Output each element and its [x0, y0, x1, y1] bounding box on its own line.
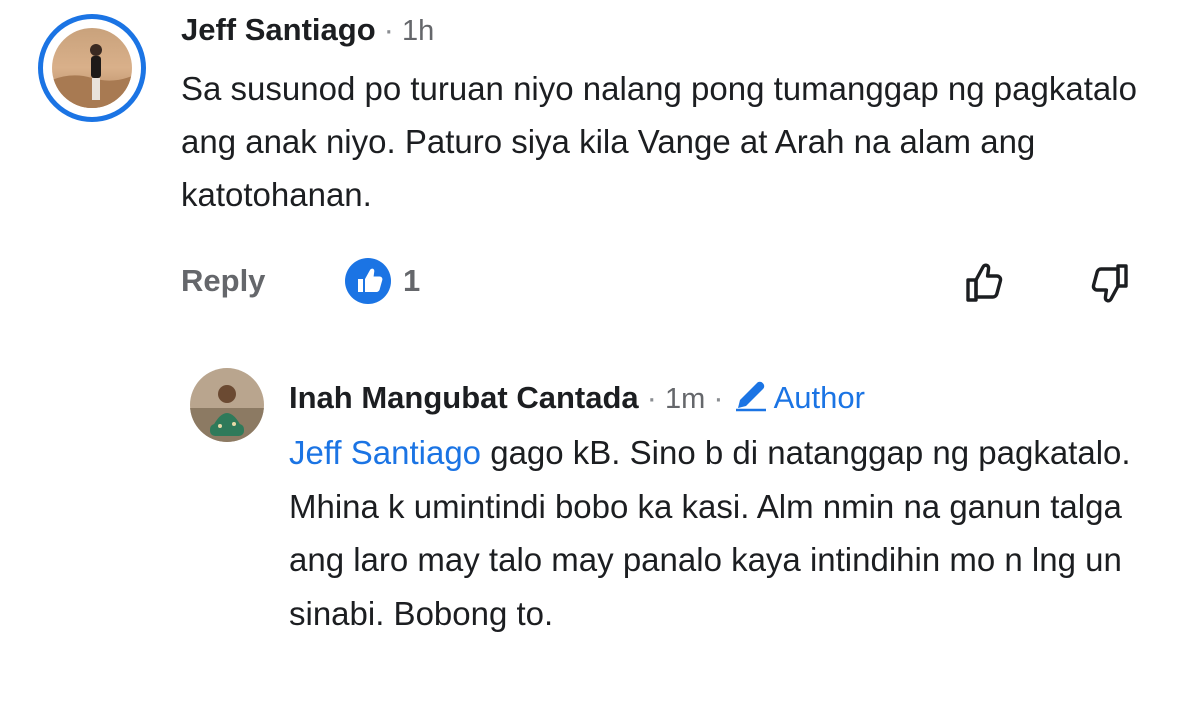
mention-link[interactable]: Jeff Santiago — [289, 434, 481, 471]
comment-text: Jeff Santiago gago kB. Sino b di natangg… — [289, 426, 1159, 640]
timestamp: 1h — [401, 15, 435, 47]
avatar[interactable] — [52, 28, 132, 108]
like-count: 1 — [403, 263, 421, 298]
author-name[interactable]: Inah Mangubat Cantada — [289, 380, 639, 415]
comment-text: Sa susunod po turuan niyo nalang pong tu… — [181, 70, 1137, 213]
thumbs-down-outline-icon[interactable] — [1081, 256, 1135, 310]
avatar-story-ring[interactable] — [38, 14, 146, 122]
author-name[interactable]: Jeff Santiago — [181, 12, 376, 47]
comment-header: Inah Mangubat Cantada · 1m · Author — [289, 376, 865, 417]
avatar[interactable] — [190, 368, 264, 442]
comment: Jeff Santiago · 1h Sa susunod po turuan ni… — [0, 0, 1179, 340]
separator-dot: · — [383, 12, 394, 47]
pencil-icon — [732, 376, 770, 414]
separator-dot: · — [713, 380, 724, 415]
thumbs-up-outline-icon[interactable] — [959, 256, 1013, 310]
thumbs-up-icon[interactable] — [345, 258, 391, 304]
comment-header: Jeff Santiago · 1h — [181, 12, 434, 49]
timestamp: 1m — [664, 383, 706, 415]
reply-button[interactable]: Reply — [181, 263, 265, 299]
reply-comment: Inah Mangubat Cantada · 1m · Author Jeff San… — [0, 360, 1179, 710]
separator-dot: · — [646, 380, 657, 415]
author-badge: Author — [773, 380, 865, 415]
comment-actions: Reply 1 — [181, 258, 1141, 308]
